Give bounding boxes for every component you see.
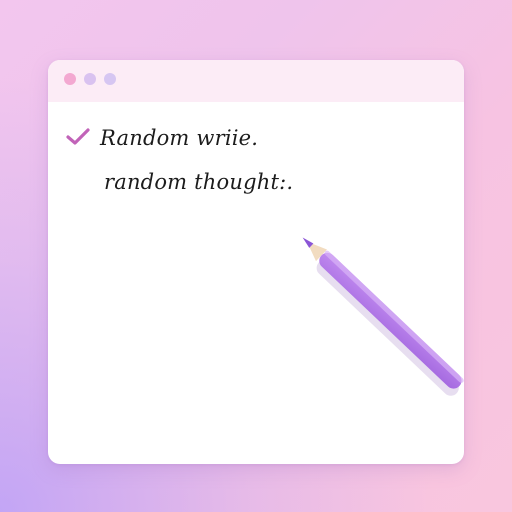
window-close-dot[interactable]	[64, 73, 76, 85]
window-minimize-dot[interactable]	[84, 73, 96, 85]
note-line-1[interactable]: Random wriie.	[100, 126, 258, 150]
window-titlebar	[48, 60, 464, 102]
check-icon	[66, 128, 90, 145]
window-maximize-dot[interactable]	[104, 73, 116, 85]
pencil-icon	[302, 237, 464, 396]
note-line-2[interactable]: random thought:.	[104, 170, 293, 194]
